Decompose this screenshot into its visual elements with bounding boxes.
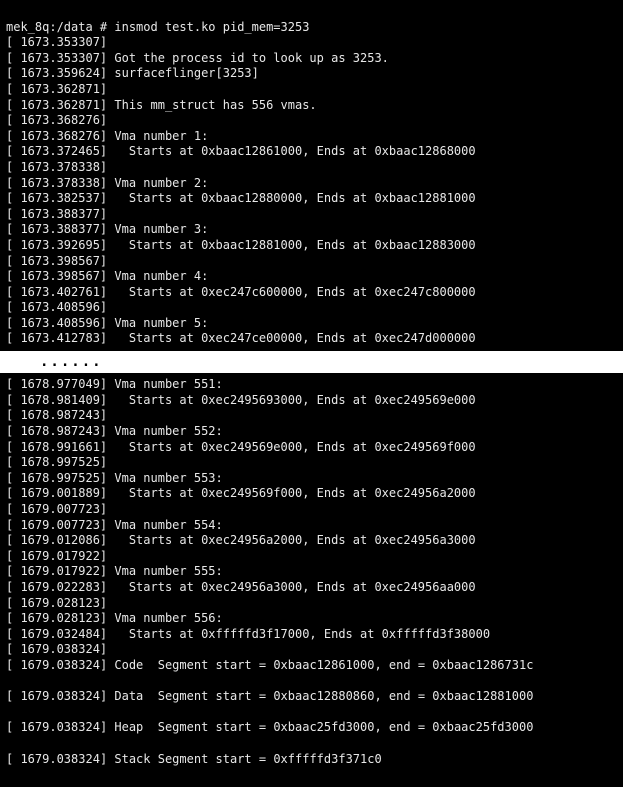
output-elision-marker: ...... (0, 351, 623, 373)
kmsg-line: [ 1678.981409] Starts at 0xec2495693000,… (6, 393, 617, 409)
kmsg-line: [ 1673.408596] Vma number 5: (6, 316, 617, 332)
segment-stack-line: [ 1679.038324] Stack Segment start = 0xf… (6, 752, 617, 768)
kmsg-line: [ 1673.353307] (6, 35, 617, 51)
kmsg-line: [ 1679.017922] Vma number 555: (6, 564, 617, 580)
kmsg-line: [ 1673.359624] surfaceflinger[3253] (6, 66, 617, 82)
kmsg-line: [ 1673.368276] (6, 113, 617, 129)
kmsg-line: [ 1679.007723] (6, 502, 617, 518)
kmsg-line: [ 1678.991661] Starts at 0xec249569e000,… (6, 440, 617, 456)
kmsg-line: [ 1673.412783] Starts at 0xec247ce00000,… (6, 331, 617, 347)
kmsg-line: [ 1678.987243] Vma number 552: (6, 424, 617, 440)
kmsg-line: [ 1673.388377] Vma number 3: (6, 222, 617, 238)
segment-heap-line: [ 1679.038324] Heap Segment start = 0xba… (6, 720, 617, 736)
kmsg-line: [ 1678.997525] (6, 455, 617, 471)
segment-code-line: [ 1679.038324] Code Segment start = 0xba… (6, 658, 617, 674)
kmsg-line: [ 1679.038324] (6, 642, 617, 658)
kmsg-line: [ 1679.017922] (6, 549, 617, 565)
kmsg-line: [ 1673.362871] (6, 82, 617, 98)
kmsg-line: [ 1679.001889] Starts at 0xec249569f000,… (6, 486, 617, 502)
kmsg-line: [ 1673.408596] (6, 300, 617, 316)
kmsg-line: [ 1673.353307] Got the process id to loo… (6, 51, 617, 67)
kmsg-line: [ 1673.382537] Starts at 0xbaac12880000,… (6, 191, 617, 207)
kmsg-line: [ 1679.007723] Vma number 554: (6, 518, 617, 534)
kmsg-line: [ 1673.388377] (6, 207, 617, 223)
kmsg-line: [ 1679.032484] Starts at 0xfffffd3f17000… (6, 627, 617, 643)
kmsg-line: [ 1673.368276] Vma number 1: (6, 129, 617, 145)
kmsg-line: [ 1678.977049] Vma number 551: (6, 377, 617, 393)
segment-data-line: [ 1679.038324] Data Segment start = 0xba… (6, 689, 617, 705)
kmsg-line: [ 1679.022283] Starts at 0xec24956a3000,… (6, 580, 617, 596)
kmsg-line: [ 1673.402761] Starts at 0xec247c600000,… (6, 285, 617, 301)
kmsg-line: [ 1673.378338] (6, 160, 617, 176)
kmsg-line: [ 1679.012086] Starts at 0xec24956a2000,… (6, 533, 617, 549)
kmsg-line: [ 1678.987243] (6, 408, 617, 424)
kmsg-line: [ 1673.372465] Starts at 0xbaac12861000,… (6, 144, 617, 160)
kmsg-line: [ 1673.392695] Starts at 0xbaac12881000,… (6, 238, 617, 254)
kmsg-line: [ 1678.997525] Vma number 553: (6, 471, 617, 487)
kmsg-line: [ 1673.398567] Vma number 4: (6, 269, 617, 285)
kmsg-line: [ 1673.398567] (6, 254, 617, 270)
shell-prompt-line[interactable]: mek_8q:/data # insmod test.ko pid_mem=32… (6, 20, 617, 36)
kmsg-line: [ 1673.362871] This mm_struct has 556 vm… (6, 98, 617, 114)
kmsg-line: [ 1679.028123] (6, 596, 617, 612)
kmsg-line: [ 1679.028123] Vma number 556: (6, 611, 617, 627)
terminal-output-bottom: [ 1678.977049] Vma number 551:[ 1678.981… (0, 373, 623, 786)
terminal-output-top: mek_8q:/data # insmod test.ko pid_mem=32… (0, 0, 623, 351)
kmsg-line: [ 1673.378338] Vma number 2: (6, 176, 617, 192)
